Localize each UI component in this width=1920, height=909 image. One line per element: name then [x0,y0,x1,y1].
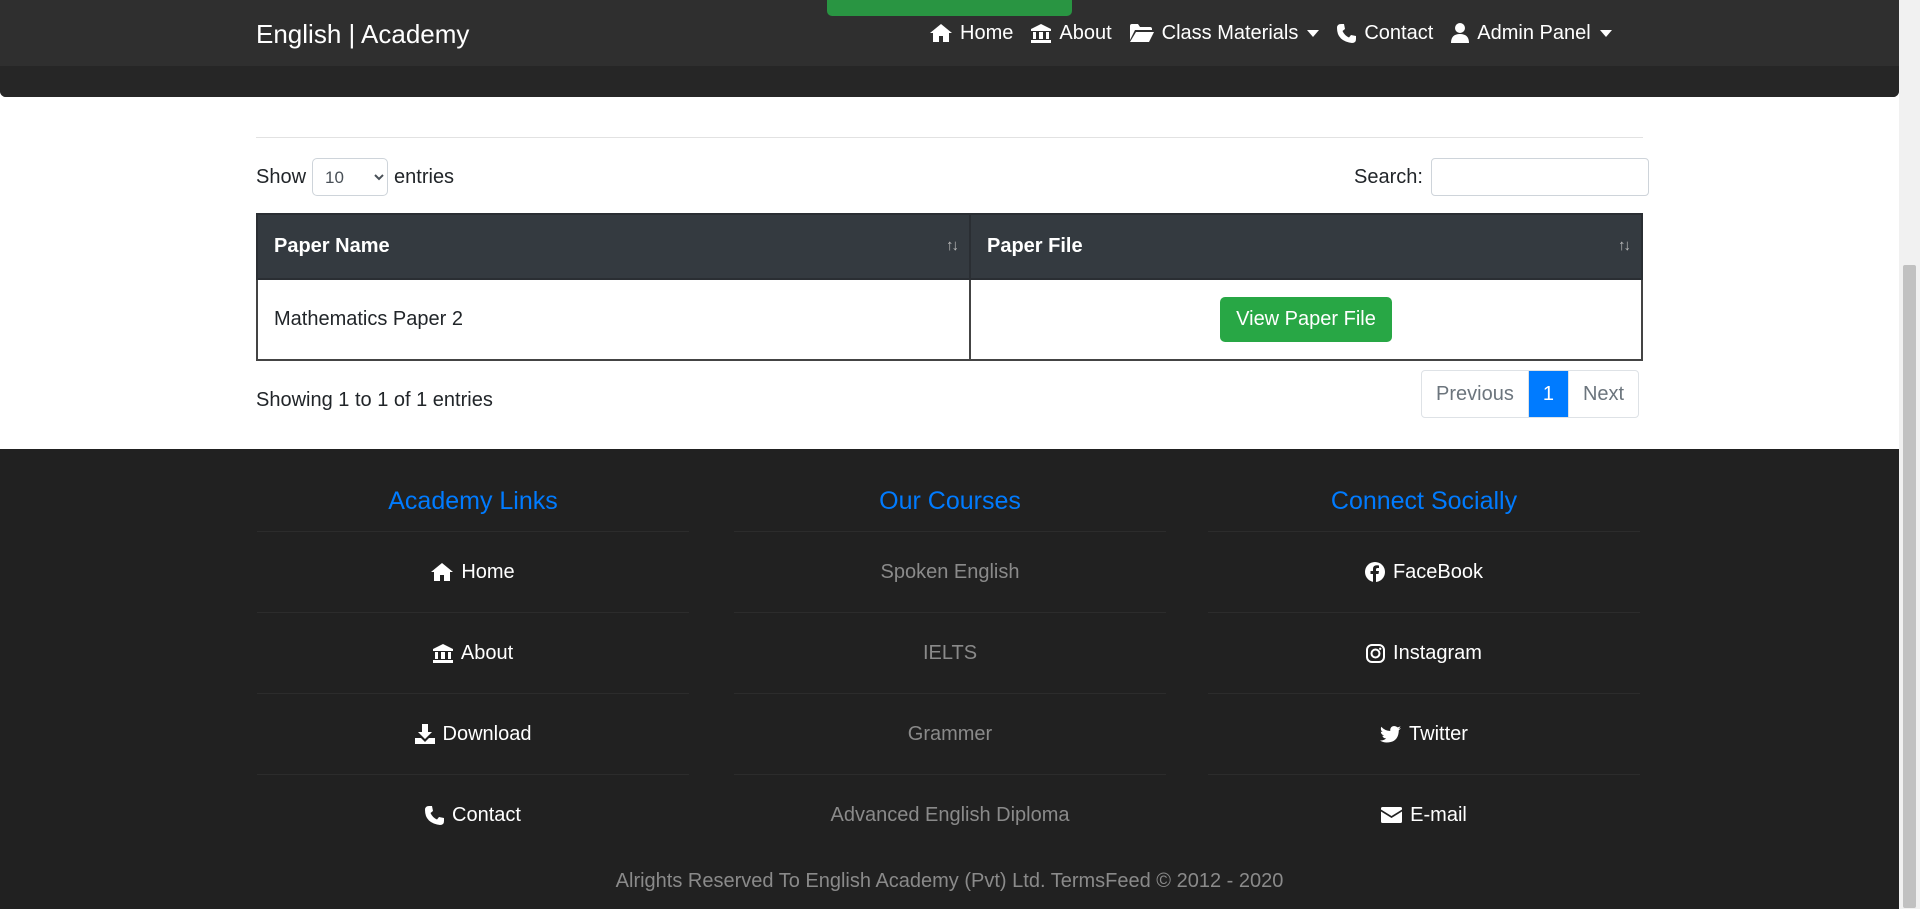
paper-file-cell: View Paper File [969,278,1643,361]
footer-social-label: FaceBook [1392,560,1484,583]
search-input[interactable] [1430,158,1649,196]
footer-social-twitter[interactable]: Twitter [1208,693,1640,774]
user-icon [1451,23,1470,43]
column-header-paper-file[interactable]: Paper File ↑↓ [969,213,1643,280]
sort-icon: ↑↓ [1618,237,1631,254]
sort-icon: ↑↓ [946,237,959,254]
footer-social-instagram[interactable]: Instagram [1208,612,1640,693]
phone-icon [425,805,445,825]
footer-social-label: E-mail [1410,803,1467,826]
footer-heading: Our Courses [879,487,1021,515]
paper-name-cell: Mathematics Paper 2 [256,278,971,361]
footer: Academy Links Home About Download Contac… [0,449,1899,909]
entries-select[interactable]: 10 [312,158,389,196]
pagination-next[interactable]: Next [1569,371,1638,417]
pagination: Previous 1 Next [1421,370,1640,418]
bank-icon [1031,23,1052,43]
nav-admin-panel[interactable]: Admin Panel [1451,21,1612,45]
footer-heading: Connect Socially [1330,487,1518,515]
divider [256,137,1643,138]
footer-social-label: Instagram [1393,641,1482,664]
column-header-paper-name[interactable]: Paper Name ↑↓ [256,213,971,280]
envelope-icon [1381,807,1403,823]
search-label: Search: [1354,165,1423,188]
brand-title[interactable]: English | Academy [256,19,469,50]
table-row: Mathematics Paper 2 View Paper File [256,278,1643,361]
entries-label: entries [394,165,455,188]
nav-admin-panel-label: Admin Panel [1477,21,1591,44]
footer-course-item[interactable]: Grammer [734,693,1166,774]
folder-icon [1129,24,1154,42]
footer-link-label: About [460,641,514,664]
footer-link-label: Contact [452,803,521,826]
footer-courses: Our Courses Spoken English IELTS Grammer… [734,449,1166,855]
nav-contact[interactable]: Contact [1337,22,1433,45]
footer-link-label: Home [461,560,515,583]
nav-about[interactable]: About [1031,21,1112,45]
footer-social-email[interactable]: E-mail [1208,774,1640,855]
table-search: Search: [1354,158,1649,196]
footer-link-download[interactable]: Download [257,693,689,774]
footer-social: Connect Socially FaceBook Instagram Twit… [1208,449,1640,855]
alert-strip [827,0,1072,16]
home-icon [930,24,952,42]
footer-academy-links: Academy Links Home About Download Contac… [257,449,689,855]
footer-link-contact[interactable]: Contact [257,774,689,855]
chevron-down-icon [1307,29,1320,37]
footer-course-item[interactable]: Advanced English Diploma [734,774,1166,855]
pagination-previous[interactable]: Previous [1422,371,1529,417]
footer-link-home[interactable]: Home [257,531,689,612]
column-header-label: Paper File [987,235,1083,257]
copyright-text: Alrights Reserved To English Academy (Pv… [615,870,1284,892]
entries-length-control: Show 10 entries [256,158,454,196]
navbar-lower-band [0,66,1899,97]
nav-class-materials-label: Class Materials [1161,21,1299,44]
twitter-icon [1380,725,1402,742]
home-icon [431,563,454,581]
nav-contact-label: Contact [1364,21,1434,44]
footer-link-label: Download [442,722,532,745]
chevron-down-icon [1599,29,1612,37]
papers-table: Paper Name ↑↓ Paper File ↑↓ Mathematics … [256,213,1643,361]
footer-social-facebook[interactable]: FaceBook [1208,531,1640,612]
footer-course-item[interactable]: Spoken English [734,531,1166,612]
footer-heading: Academy Links [388,487,558,515]
nav-class-materials[interactable]: Class Materials [1129,21,1320,45]
footer-course-item[interactable]: IELTS [734,612,1166,693]
pagination-page-1[interactable]: 1 [1528,371,1569,417]
table-info: Showing 1 to 1 of 1 entries [256,389,493,411]
footer-link-about[interactable]: About [257,612,689,693]
column-header-label: Paper Name [274,235,390,257]
nav-home-label: Home [960,21,1014,44]
show-label: Show [256,165,307,188]
scrollbar-thumb[interactable] [1903,265,1916,908]
facebook-icon [1364,562,1385,582]
main-nav: Home About Class Materials Contact Admin… [930,20,1630,46]
footer-social-label: Twitter [1409,722,1468,745]
bank-icon [432,643,453,663]
download-icon [414,724,435,744]
table-header-row: Paper Name ↑↓ Paper File ↑↓ [256,213,1643,280]
instagram-icon [1366,643,1386,663]
nav-home[interactable]: Home [930,22,1013,45]
phone-icon [1337,23,1357,43]
view-paper-file-button[interactable]: View Paper File [1220,297,1392,342]
nav-about-label: About [1059,21,1112,44]
